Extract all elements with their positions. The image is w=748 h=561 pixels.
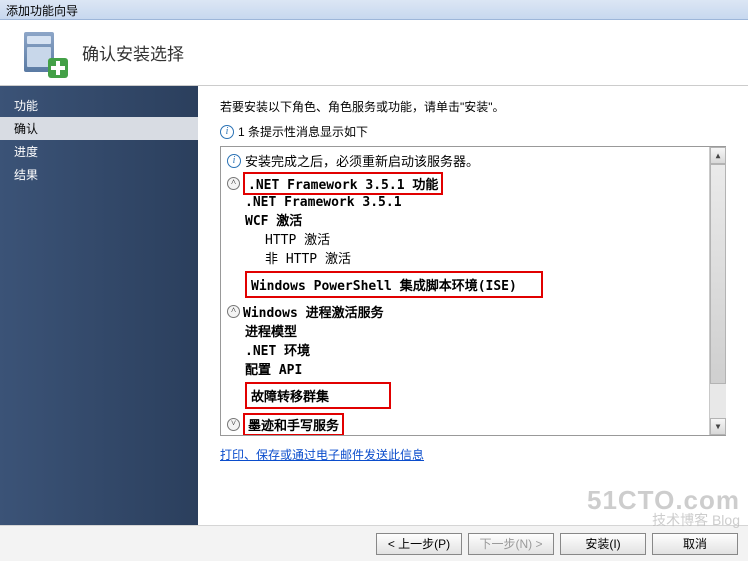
feature-process-model: 进程模型: [227, 321, 720, 340]
vertical-scrollbar[interactable]: ▲ ▼: [709, 147, 726, 435]
collapse-icon[interactable]: ˄: [227, 305, 240, 318]
feature-net-env: .NET 环境: [227, 340, 720, 359]
feature-http-activation: HTTP 激活: [227, 229, 720, 248]
feature-non-http-activation: 非 HTTP 激活: [227, 248, 720, 267]
feature-powershell-ise: Windows PowerShell 集成脚本环境(ISE): [245, 271, 543, 298]
wizard-sidebar: 功能 确认 进度 结果: [0, 86, 198, 525]
feature-net-framework-group: .NET Framework 3.5.1 功能: [243, 172, 443, 195]
sidebar-item-results[interactable]: 结果: [0, 163, 198, 186]
window-title: 添加功能向导: [6, 4, 78, 18]
info-icon: i: [220, 125, 234, 139]
expand-icon[interactable]: ˅: [227, 418, 240, 431]
collapse-icon[interactable]: ˄: [227, 177, 240, 190]
scroll-up-icon[interactable]: ▲: [710, 147, 726, 164]
feature-ink-hand-group: 墨迹和手写服务: [243, 413, 344, 436]
feature-wcf-activation: WCF 激活: [227, 210, 720, 229]
feature-net-framework: .NET Framework 3.5.1: [227, 195, 720, 210]
cancel-button[interactable]: 取消: [652, 533, 738, 555]
export-info-link[interactable]: 打印、保存或通过电子邮件发送此信息: [220, 446, 424, 463]
instruction-text: 若要安装以下角色、角色服务或功能，请单击"安装"。: [220, 98, 726, 115]
window-titlebar: 添加功能向导: [0, 0, 748, 20]
wizard-header: 确认安装选择: [0, 20, 748, 86]
page-title: 确认安装选择: [82, 40, 184, 65]
scroll-thumb[interactable]: [710, 164, 726, 384]
scroll-down-icon[interactable]: ▼: [710, 418, 726, 435]
info-icon: i: [227, 154, 241, 168]
content-area: 若要安装以下角色、角色服务或功能，请单击"安装"。 i 1 条提示性消息显示如下…: [198, 86, 748, 525]
sidebar-item-confirm[interactable]: 确认: [0, 117, 198, 140]
selection-listbox: i 安装完成之后，必须重新启动该服务器。 ˄ .NET Framework 3.…: [220, 146, 726, 436]
feature-config-api: 配置 API: [227, 359, 720, 378]
plus-icon: [48, 58, 68, 78]
wizard-button-bar: < 上一步(P) 下一步(N) > 安装(I) 取消: [0, 525, 748, 561]
install-button[interactable]: 安装(I): [560, 533, 646, 555]
sidebar-item-features[interactable]: 功能: [0, 94, 198, 117]
wizard-icon: [18, 28, 68, 78]
info-message-count: 1 条提示性消息显示如下: [238, 123, 368, 140]
feature-failover-cluster: 故障转移群集: [245, 382, 391, 409]
next-button: 下一步(N) >: [468, 533, 554, 555]
prev-button[interactable]: < 上一步(P): [376, 533, 462, 555]
feature-was-group: Windows 进程激活服务: [243, 302, 384, 321]
sidebar-item-progress[interactable]: 进度: [0, 140, 198, 163]
restart-warning: 安装完成之后，必须重新启动该服务器。: [245, 151, 479, 170]
